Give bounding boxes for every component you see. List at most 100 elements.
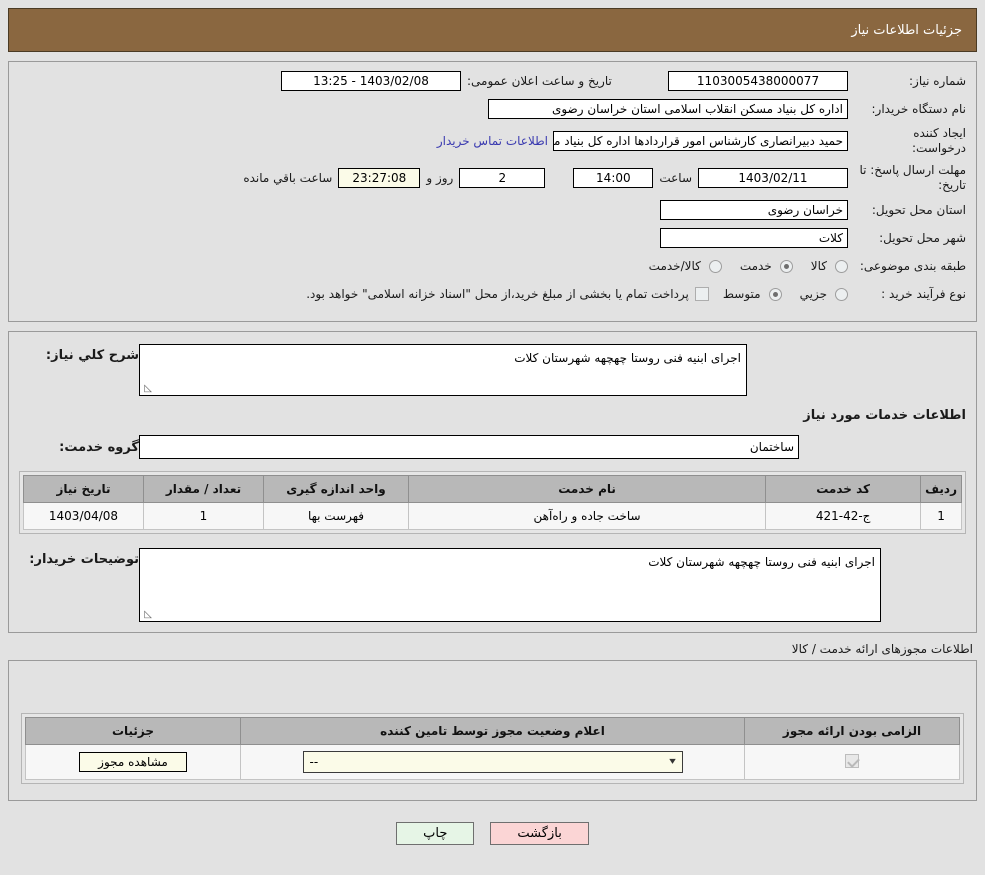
th-quantity: تعداد / مقدار <box>143 475 264 503</box>
permit-required-checkbox <box>845 753 859 768</box>
row-creator: ایجاد کننده درخواست: حمید دبیرانصاری کار… <box>19 126 966 156</box>
td-quantity: 1 <box>143 502 264 530</box>
page-title: جزئیات اطلاعات نیاز <box>851 22 962 38</box>
permit-status-select[interactable]: ▾ -- <box>302 751 683 773</box>
back-button[interactable]: بازگشت <box>490 822 589 845</box>
permits-outside-label: اطلاعات مجوزهای ارائه خدمت / کالا <box>791 642 973 656</box>
buyer-org-label: نام دستگاه خریدار: <box>871 101 967 116</box>
service-group-value: ساختمان <box>139 435 799 459</box>
row-purchase-type: نوع فرآیند خرید : جزیي متوسط پرداخت تمام… <box>19 283 966 305</box>
radio-purchase-medium[interactable] <box>768 287 782 301</box>
td-permit-required <box>744 744 960 780</box>
services-section-title: اطلاعات خدمات مورد نیاز <box>803 408 966 423</box>
th-permit-detail: جزئیات <box>25 717 241 745</box>
need-info-panel: شماره نیاز: 1103005438000077 تاریخ و ساع… <box>8 61 977 322</box>
row-province: استان محل تحویل: خراسان رضوی <box>19 199 966 221</box>
buyer-notes-value: اجرای ابنیه فنی روستا چهچهه شهرستان کلات <box>648 555 875 569</box>
row-need-number: شماره نیاز: 1103005438000077 تاریخ و ساع… <box>19 70 966 92</box>
td-permit-detail: مشاهده مجوز <box>25 744 241 780</box>
purchase-radio-group: جزیي متوسط <box>709 287 848 301</box>
th-service-name: نام خدمت <box>407 475 767 503</box>
td-service-name: ساخت جاده و راه‌آهن <box>407 502 767 530</box>
print-button[interactable]: چاپ <box>396 822 475 845</box>
buyer-contact-link[interactable]: اطلاعات تماس خریدار <box>432 134 553 148</box>
category-label: طبقه بندی موضوعی: <box>859 258 966 273</box>
chevron-down-icon: ▾ <box>669 756 677 767</box>
need-description-panel: اجرای ابنیه فنی روستا چهچهه شهرستان کلات… <box>8 331 977 633</box>
th-need-date: تاریخ نیاز <box>23 475 144 503</box>
permits-panel: الزامی بودن ارائه مجوز اعلام وضعیت مجوز … <box>8 660 977 801</box>
row-city: شهر محل تحویل: کلات <box>19 227 966 249</box>
row-category: طبقه بندی موضوعی: کالا خدمت کالا/خدمت <box>19 255 966 277</box>
radio-category-service-label: خدمت <box>739 259 772 273</box>
buyer-notes-label: توضیحات خریدار: <box>29 552 139 567</box>
radio-category-goods-service[interactable] <box>708 259 722 273</box>
td-row-index: 1 <box>920 502 962 530</box>
province-label: استان محل تحویل: <box>871 202 966 217</box>
need-description-textarea[interactable]: اجرای ابنیه فنی روستا چهچهه شهرستان کلات… <box>139 344 747 396</box>
creator-value: حمید دبیرانصاری کارشناس امور قراردادها ا… <box>553 131 848 151</box>
row-buyer-notes: اجرای ابنیه فنی روستا چهچهه شهرستان کلات… <box>19 548 966 622</box>
announce-label: تاریخ و ساعت اعلان عمومی: <box>467 74 612 88</box>
service-group-label: گروه خدمت: <box>59 439 139 455</box>
deadline-hour-label: ساعت <box>659 170 692 185</box>
permits-top-spacer <box>21 675 964 713</box>
deadline-date-value: 1403/02/11 <box>698 167 848 188</box>
row-buyer-org: نام دستگاه خریدار: اداره کل بنیاد مسکن ا… <box>19 98 966 120</box>
th-permit-status: اعلام وضعیت مجوز توسط تامین کننده <box>240 717 745 745</box>
table-header-row: الزامی بودن ارائه مجوز اعلام وضعیت مجوز … <box>25 717 960 745</box>
treasury-checkbox[interactable] <box>694 287 709 301</box>
td-service-code: ج-42-421 <box>765 502 922 530</box>
purchase-type-label: نوع فرآیند خرید : <box>881 286 966 301</box>
announce-value: 1403/02/08 - 13:25 <box>281 71 461 91</box>
days-and-label: روز و <box>426 170 454 185</box>
radio-category-goods[interactable] <box>835 259 848 273</box>
resize-grip-icon[interactable]: ◺ <box>142 384 152 394</box>
permits-table: الزامی بودن ارائه مجوز اعلام وضعیت مجوز … <box>25 717 960 780</box>
province-value: خراسان رضوی <box>660 200 848 220</box>
table-row: 1 ج-42-421 ساخت جاده و راه‌آهن فهرست بها… <box>23 502 962 530</box>
buyer-notes-textarea[interactable]: اجرای ابنیه فنی روستا چهچهه شهرستان کلات… <box>139 548 881 622</box>
table-header-row: ردیف کد خدمت نام خدمت واحد اندازه گیری ت… <box>23 475 962 503</box>
category-radio-group: کالا خدمت کالا/خدمت <box>635 259 848 273</box>
page-title-bar: جزئیات اطلاعات نیاز <box>8 8 977 52</box>
city-label: شهر محل تحویل: <box>879 230 966 245</box>
td-permit-status: ▾ -- <box>240 744 745 780</box>
page-root: جزئیات اطلاعات نیاز شماره نیاز: 11030054… <box>0 0 985 855</box>
td-need-date: 1403/04/08 <box>23 502 144 530</box>
creator-label: ایجاد کننده درخواست: <box>912 126 966 155</box>
th-row-index: ردیف <box>920 475 962 503</box>
services-table-wrap: ردیف کد خدمت نام خدمت واحد اندازه گیری ت… <box>19 471 966 534</box>
radio-purchase-minor-label: جزیي <box>799 287 827 301</box>
view-permit-button[interactable]: مشاهده مجوز <box>79 752 187 772</box>
radio-purchase-medium-label: متوسط <box>722 287 761 301</box>
radio-category-goods-label: کالا <box>810 259 827 273</box>
row-need-description: اجرای ابنیه فنی روستا چهچهه شهرستان کلات… <box>19 344 966 396</box>
permit-status-value: -- <box>309 755 319 769</box>
th-service-code: کد خدمت <box>765 475 922 503</box>
remaining-suffix-label: ساعت باقي مانده <box>243 170 333 185</box>
th-permit-required: الزامی بودن ارائه مجوز <box>744 717 960 745</box>
need-description-value: اجرای ابنیه فنی روستا چهچهه شهرستان کلات <box>514 351 741 365</box>
city-value: کلات <box>660 228 848 248</box>
row-service-group: ساختمان گروه خدمت: <box>19 435 966 459</box>
treasury-note: پرداخت تمام یا بخشی از مبلغ خرید،از محل … <box>306 287 689 301</box>
resize-grip-icon[interactable]: ◺ <box>142 610 152 620</box>
radio-category-goods-service-label: کالا/خدمت <box>648 259 701 273</box>
row-deadline: مهلت ارسال پاسخ: تا تاریخ: 1403/02/11 سا… <box>19 162 966 193</box>
services-table: ردیف کد خدمت نام خدمت واحد اندازه گیری ت… <box>23 475 962 530</box>
table-row: ▾ -- مشاهده مجوز <box>25 744 960 780</box>
radio-purchase-minor[interactable] <box>835 287 848 301</box>
deadline-hour-value: 14:00 <box>573 167 654 188</box>
radio-category-service[interactable] <box>779 259 793 273</box>
th-unit: واحد اندازه گیری <box>263 475 409 503</box>
need-number-label: شماره نیاز: <box>909 73 966 88</box>
need-number-value: 1103005438000077 <box>668 71 848 91</box>
permits-table-wrap: الزامی بودن ارائه مجوز اعلام وضعیت مجوز … <box>21 713 964 784</box>
footer-actions: بازگشت چاپ <box>8 810 977 855</box>
need-description-label: شرح کلي نیاز: <box>45 348 139 363</box>
td-unit: فهرست بها <box>263 502 409 530</box>
remaining-days-value: 2 <box>459 167 546 188</box>
deadline-label: مهلت ارسال پاسخ: تا تاریخ: <box>859 163 966 192</box>
remaining-clock-value: 23:27:08 <box>338 167 421 188</box>
